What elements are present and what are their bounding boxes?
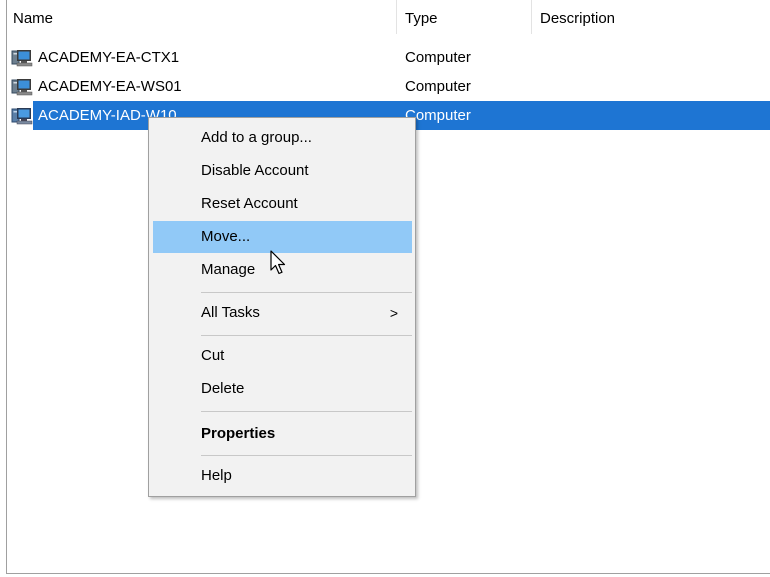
menu-item-all-tasks-label: All Tasks	[201, 304, 260, 321]
context-menu: Add to a group... Disable Account Reset …	[148, 117, 416, 497]
menu-item-move[interactable]: Move...	[153, 221, 412, 253]
row-name-cell: ACADEMY-EA-CTX1	[7, 48, 397, 67]
menu-item-cut[interactable]: Cut	[153, 340, 412, 372]
computer-icon	[11, 107, 33, 125]
column-header-type[interactable]: Type	[397, 0, 532, 34]
submenu-arrow-icon: >	[389, 305, 398, 321]
row-name-text: ACADEMY-EA-WS01	[38, 78, 182, 95]
menu-item-all-tasks[interactable]: All Tasks >	[153, 297, 412, 329]
row-type-text: Computer	[405, 78, 471, 95]
menu-separator	[201, 411, 412, 412]
menu-item-delete[interactable]: Delete	[153, 373, 412, 405]
list-row-academy-ea-ws01[interactable]: ACADEMY-EA-WS01 Computer	[7, 72, 770, 101]
menu-item-help[interactable]: Help	[153, 460, 412, 492]
menu-separator	[201, 292, 412, 293]
column-header-bar: Name Type Description	[7, 0, 770, 34]
menu-separator	[201, 335, 412, 336]
menu-item-reset-account[interactable]: Reset Account	[153, 188, 412, 220]
column-header-name[interactable]: Name	[7, 0, 397, 34]
row-type-text: Computer	[405, 107, 471, 124]
menu-item-disable-account[interactable]: Disable Account	[153, 155, 412, 187]
menu-item-properties[interactable]: Properties	[153, 418, 412, 450]
column-header-description[interactable]: Description	[532, 0, 770, 34]
row-name-text: ACADEMY-EA-CTX1	[38, 49, 180, 66]
row-name-cell: ACADEMY-EA-WS01	[7, 77, 397, 96]
computer-icon	[11, 78, 33, 96]
menu-item-add-to-group[interactable]: Add to a group...	[153, 122, 412, 154]
list-row-academy-ea-ctx1[interactable]: ACADEMY-EA-CTX1 Computer	[7, 43, 770, 72]
computer-icon	[11, 49, 33, 67]
menu-separator	[201, 455, 412, 456]
mouse-pointer-icon	[270, 250, 290, 280]
row-type-text: Computer	[405, 49, 471, 66]
